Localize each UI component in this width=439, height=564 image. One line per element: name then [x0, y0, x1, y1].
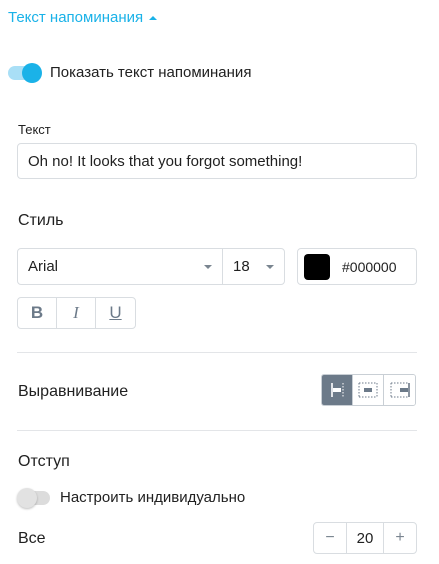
toggle-knob — [22, 62, 42, 83]
section-title: Текст напоминания — [8, 8, 144, 26]
align-right-button[interactable] — [384, 375, 415, 405]
padding-all-label: Все — [18, 530, 46, 547]
toggle-track — [8, 62, 42, 83]
caret-up-icon — [149, 15, 158, 20]
custom-padding-toggle[interactable]: Настроить индивидуально — [17, 487, 246, 508]
chevron-down-icon — [204, 264, 212, 269]
align-left-icon — [331, 383, 344, 397]
color-hex-value: #000000 — [342, 258, 397, 275]
text-format-group: B I U — [17, 297, 136, 329]
divider — [17, 352, 417, 353]
alignment-group — [321, 374, 416, 406]
custom-padding-label: Настроить индивидуально — [60, 489, 246, 506]
style-title: Стиль — [18, 212, 64, 229]
padding-all-stepper: − 20 + — [313, 522, 417, 554]
reminder-text-input[interactable]: Oh no! It looks that you forgot somethin… — [17, 143, 417, 179]
increment-button[interactable]: + — [384, 523, 416, 553]
align-left-button[interactable] — [322, 375, 353, 405]
alignment-title: Выравнивание — [18, 383, 129, 400]
reminder-text-value: Oh no! It looks that you forgot somethin… — [28, 152, 303, 170]
toggle-track — [17, 487, 50, 508]
align-center-icon — [358, 382, 378, 398]
decrement-button[interactable]: − — [314, 523, 346, 553]
font-family-select[interactable]: Arial — [17, 248, 223, 285]
font-size-value: 18 — [233, 258, 250, 275]
chevron-down-icon — [266, 264, 274, 269]
color-swatch — [304, 253, 330, 280]
bold-button[interactable]: B — [18, 298, 57, 328]
show-reminder-text-toggle[interactable]: Показать текст напоминания — [8, 62, 252, 83]
divider — [17, 430, 417, 431]
font-size-select[interactable]: 18 — [222, 248, 285, 285]
font-family-value: Arial — [28, 258, 59, 275]
text-field-label: Текст — [18, 122, 51, 137]
toggle-knob — [17, 487, 37, 508]
align-center-button[interactable] — [353, 375, 384, 405]
align-right-icon — [390, 382, 410, 398]
show-reminder-text-label: Показать текст напоминания — [50, 64, 252, 81]
section-header-reminder-text[interactable]: Текст напоминания — [8, 6, 158, 28]
underline-button[interactable]: U — [96, 298, 135, 328]
italic-button[interactable]: I — [57, 298, 96, 328]
text-color-picker[interactable]: #000000 — [297, 248, 417, 285]
padding-all-value[interactable]: 20 — [346, 523, 384, 553]
padding-title: Отступ — [18, 453, 70, 470]
